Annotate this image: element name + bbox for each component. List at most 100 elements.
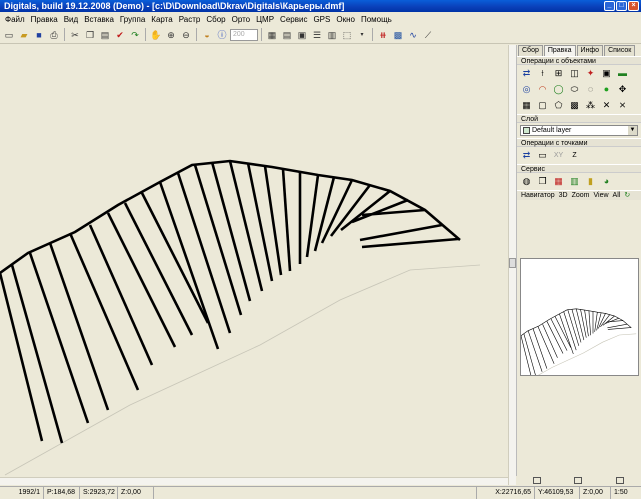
open-folder-icon[interactable]: ▰ [17,28,31,42]
zoom-in-icon[interactable]: ⊕ [164,28,178,42]
tab-info[interactable]: Инфо [576,45,604,56]
z-button[interactable]: Z [568,149,581,162]
redo-icon[interactable]: ↷ [128,28,142,42]
panel-layout-button-3[interactable] [616,477,625,484]
menu-insert[interactable]: Вставка [81,15,117,24]
refresh-icon[interactable]: ↻ [624,191,630,200]
paint-icon[interactable]: ◒ [200,28,214,42]
xy-button[interactable]: XY [552,149,565,162]
select-icon[interactable]: ⬚ [340,28,354,42]
move-icon[interactable]: ✥ [616,83,629,96]
dots-icon[interactable]: ⁂ [584,99,597,112]
menu-file[interactable]: Файл [2,15,28,24]
maximize-button[interactable]: □ [616,1,627,11]
status-bar: 1992/1 P:184,68 S:2923,72 Z:0,00 X:22716… [0,486,641,499]
toolbar-separator [64,28,65,41]
tab-collect[interactable]: Сбор [518,45,543,56]
nav-tab-zoom[interactable]: Zoom [572,191,590,200]
layers-icon[interactable]: ▥ [325,28,339,42]
menu-help[interactable]: Помощь [358,15,395,24]
cross-icon[interactable]: ✕ [600,99,613,112]
menu-gps[interactable]: GPS [310,15,333,24]
ellipse-icon[interactable]: ⬭ [568,83,581,96]
cut-icon[interactable]: ✂ [68,28,82,42]
menu-collect[interactable]: Сбор [203,15,228,24]
line-icon[interactable]: ▬ [616,67,629,80]
horizontal-scrollbar[interactable] [0,477,508,485]
map-canvas[interactable] [0,45,508,485]
close-button[interactable]: × [628,1,639,11]
status-x: X:22716,65 [477,487,535,499]
ring-icon[interactable]: ◯ [552,83,565,96]
list-icon[interactable]: ☰ [310,28,324,42]
tab-edit[interactable]: Правка [543,45,576,56]
merge-icon[interactable]: ⊞ [552,67,565,80]
menu-view[interactable]: Вид [61,15,81,24]
frame-icon[interactable]: ▣ [600,67,613,80]
navigator-header: Навигатор 3D Zoom View All ↻ [517,190,641,200]
zoom-input[interactable]: 200 [230,28,258,41]
raster-icon[interactable]: ▩ [391,28,405,42]
chevron-down-icon[interactable]: ▼ [628,126,637,135]
zoom-out-icon[interactable]: ⊖ [179,28,193,42]
nav-tab-all[interactable]: All [613,191,621,200]
ruler-icon[interactable]: ▭ [536,149,549,162]
check-icon[interactable]: ✔ [113,28,127,42]
grid-cells-icon[interactable]: ▦ [520,99,533,112]
menu-ortho[interactable]: Орто [229,15,254,24]
menu-edit[interactable]: Правка [28,15,61,24]
vertical-scrollbar[interactable] [508,45,516,485]
save-icon[interactable]: ■ [32,28,46,42]
measure-icon[interactable]: ⟋ [421,28,435,42]
paste-icon[interactable]: ▤ [98,28,112,42]
info-icon[interactable]: ⓘ [215,28,229,42]
pattern-icon[interactable]: ▩ [568,99,581,112]
crest-line [0,159,461,275]
layer-select[interactable]: Default layer ▼ [520,125,638,136]
color-grid-icon[interactable]: ▦ [552,175,565,188]
map-icon[interactable]: ▥ [568,175,581,188]
filter-icon[interactable]: ⧻ [376,28,390,42]
circle-icon[interactable]: ● [600,83,613,96]
palette-icon[interactable]: ◕ [600,175,613,188]
hatch-line [607,323,628,329]
split-icon[interactable]: ⟊ [536,67,549,80]
dropdown-arrow-icon[interactable]: ▾ [355,28,369,42]
menu-map[interactable]: Карта [148,15,175,24]
menu-group[interactable]: Группа [117,15,148,24]
grid-icon[interactable]: ▦ [265,28,279,42]
delete-icon[interactable]: ⨯ [616,99,629,112]
rotate-icon[interactable]: ◎ [520,83,533,96]
new-file-icon[interactable]: ▭ [2,28,16,42]
tool-panel: Сбор Правка Инфо Список Операции с объек… [516,45,641,476]
swap-icon[interactable]: ⇄ [520,67,533,80]
menu-raster[interactable]: Растр [176,15,204,24]
cube-icon[interactable]: ❒ [536,175,549,188]
image-icon[interactable]: ▣ [295,28,309,42]
menu-window[interactable]: Окно [333,15,358,24]
menu-dem[interactable]: ЦМР [253,15,277,24]
print-icon[interactable]: ⎙ [47,28,61,42]
pan-icon[interactable]: ✋ [149,28,163,42]
tab-list[interactable]: Список [604,45,636,56]
arc-icon[interactable]: ◠ [536,83,549,96]
navigator-view[interactable] [520,258,639,385]
edit-node-icon[interactable]: ◫ [568,67,581,80]
polygon-icon[interactable]: ⬠ [552,99,565,112]
chart-icon[interactable]: ▮ [584,175,597,188]
square-icon[interactable]: ▢ [536,99,549,112]
ring2-icon[interactable]: ◌ [584,83,597,96]
wave-icon[interactable]: ∿ [406,28,420,42]
copy-icon[interactable]: ❐ [83,28,97,42]
globe-icon[interactable]: ◍ [520,175,533,188]
menu-service[interactable]: Сервис [277,15,310,24]
magic-icon[interactable]: ✦ [584,67,597,80]
panel-layout-button-1[interactable] [532,477,541,484]
panel-layout-button-2[interactable] [574,477,583,484]
nav-tab-view[interactable]: View [594,191,609,200]
swap-points-icon[interactable]: ⇄ [520,149,533,162]
nav-tab-3d[interactable]: 3D [559,191,568,200]
minimize-button[interactable]: _ [604,1,615,11]
scroll-thumb[interactable] [509,258,516,268]
table-icon[interactable]: ▤ [280,28,294,42]
